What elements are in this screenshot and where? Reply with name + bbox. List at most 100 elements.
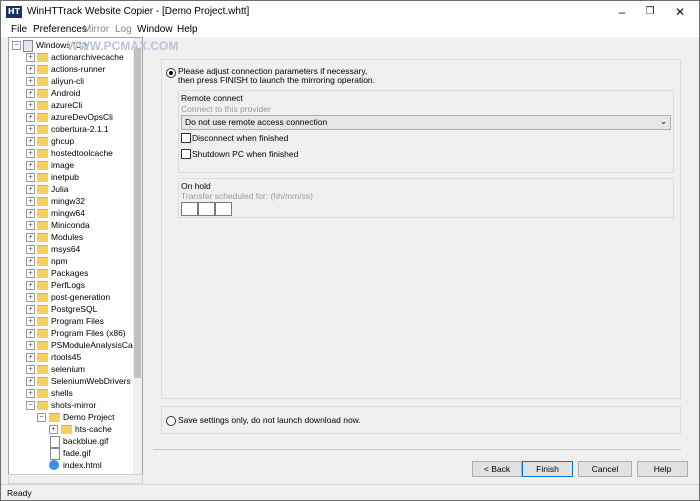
tree-item[interactable]: + inetpub <box>9 171 133 183</box>
tree-file-index[interactable]: index.html <box>9 459 133 471</box>
tree-file-backblue[interactable]: backblue.gif <box>9 435 133 448</box>
disconnect-checkbox[interactable] <box>181 133 191 143</box>
launch-radio[interactable] <box>166 68 176 78</box>
expand-icon[interactable]: + <box>26 317 35 326</box>
tree-item[interactable]: + PostgreSQL <box>9 303 133 315</box>
expand-icon[interactable]: + <box>26 53 35 62</box>
tree-item[interactable]: + image <box>9 159 133 171</box>
menu-help[interactable]: Help <box>177 24 198 35</box>
save-only-label: Save settings only, do not launch downlo… <box>178 415 361 425</box>
finish-button[interactable]: Finish <box>522 461 573 477</box>
tree-item-hts-cache[interactable]: + hts-cache <box>9 423 133 435</box>
hours-input[interactable] <box>181 202 198 216</box>
tree-item[interactable]: + PerfLogs <box>9 279 133 291</box>
expand-icon[interactable]: + <box>26 377 35 386</box>
folder-icon <box>37 173 48 182</box>
expand-icon[interactable]: + <box>26 101 35 110</box>
back-button[interactable]: < Back <box>472 461 522 477</box>
tree-item[interactable]: + mingw64 <box>9 207 133 219</box>
expand-icon[interactable]: + <box>26 293 35 302</box>
tree-vertical-scrollbar[interactable] <box>133 38 142 474</box>
cancel-button[interactable]: Cancel <box>578 461 632 477</box>
collapse-icon[interactable]: − <box>12 41 21 50</box>
expand-icon[interactable]: + <box>26 113 35 122</box>
menu-window[interactable]: Window <box>137 24 173 35</box>
folder-icon <box>37 245 48 254</box>
expand-icon[interactable]: + <box>26 257 35 266</box>
tree-item[interactable]: + azureDevOpsCli <box>9 111 133 123</box>
shutdown-checkbox[interactable] <box>181 149 191 159</box>
expand-icon[interactable]: + <box>26 65 35 74</box>
tree-item[interactable]: + msys64 <box>9 243 133 255</box>
close-icon[interactable]: ✕ <box>663 1 697 23</box>
save-only-radio[interactable] <box>166 416 176 426</box>
tree-item[interactable]: + mingw32 <box>9 195 133 207</box>
tree-item[interactable]: + Modules <box>9 231 133 243</box>
tree-item-label: Miniconda <box>51 220 90 230</box>
expand-icon[interactable]: + <box>26 77 35 86</box>
folder-tree[interactable]: − Windows (C:) + actionarchivecache + actio… <box>8 37 143 475</box>
expand-icon[interactable]: + <box>26 269 35 278</box>
expand-icon[interactable]: + <box>26 137 35 146</box>
expand-icon[interactable]: + <box>26 197 35 206</box>
tree-item[interactable]: + cobertura-2.1.1 <box>9 123 133 135</box>
tree-item[interactable]: + azureCli <box>9 99 133 111</box>
scroll-thumb[interactable] <box>134 48 141 378</box>
menu-log[interactable]: Log <box>115 24 132 35</box>
expand-icon[interactable]: + <box>26 173 35 182</box>
help-button[interactable]: Help <box>637 461 688 477</box>
tree-item[interactable]: + npm <box>9 255 133 267</box>
menu-mirror[interactable]: Mirror <box>83 24 109 35</box>
expand-icon[interactable]: + <box>26 89 35 98</box>
restore-icon[interactable]: ❐ <box>633 1 667 23</box>
chevron-down-icon[interactable]: ⌄ <box>660 116 667 127</box>
minutes-input[interactable] <box>198 202 215 216</box>
expand-icon[interactable]: + <box>26 353 35 362</box>
expand-icon[interactable]: + <box>26 233 35 242</box>
expand-icon[interactable]: + <box>26 341 35 350</box>
expand-icon[interactable]: + <box>49 425 58 434</box>
menu-file[interactable]: File <box>11 24 27 35</box>
tree-item[interactable]: + Packages <box>9 267 133 279</box>
tree-file-fade[interactable]: fade.gif <box>9 447 133 460</box>
collapse-icon[interactable]: − <box>26 401 35 410</box>
tree-item[interactable]: + SeleniumWebDrivers <box>9 375 133 387</box>
tree-item[interactable]: + hostedtoolcache <box>9 147 133 159</box>
tree-item[interactable]: + shells <box>9 387 133 399</box>
expand-icon[interactable]: + <box>26 221 35 230</box>
tree-horizontal-scrollbar[interactable] <box>8 474 143 484</box>
expand-icon[interactable]: + <box>26 305 35 314</box>
tree-item[interactable]: + Program Files <box>9 315 133 327</box>
tree-item[interactable]: + post-generation <box>9 291 133 303</box>
expand-icon[interactable]: + <box>26 329 35 338</box>
expand-icon[interactable]: + <box>26 365 35 374</box>
collapse-icon[interactable]: − <box>37 413 46 422</box>
expand-icon[interactable]: + <box>26 209 35 218</box>
expand-icon[interactable]: + <box>26 125 35 134</box>
expand-icon[interactable]: + <box>26 161 35 170</box>
app-window: HT WinHTTrack Website Copier - [Demo Pro… <box>0 0 700 501</box>
tree-item[interactable]: + rtools45 <box>9 351 133 363</box>
expand-icon[interactable]: + <box>26 149 35 158</box>
expand-icon[interactable]: + <box>26 389 35 398</box>
tree-item[interactable]: + Julia <box>9 183 133 195</box>
tree-item[interactable]: + PSModuleAnalysisCach <box>9 339 142 351</box>
tree-item-demo-project[interactable]: − Demo Project <box>9 411 133 423</box>
tree-item[interactable]: + Android <box>9 87 133 99</box>
expand-icon[interactable]: + <box>26 281 35 290</box>
menu-preferences[interactable]: Preferences <box>33 24 87 35</box>
tree-item[interactable]: + actions-runner <box>9 63 133 75</box>
tree-item[interactable]: + Miniconda <box>9 219 133 231</box>
tree-item[interactable]: + Program Files (x86) <box>9 327 133 339</box>
seconds-input[interactable] <box>215 202 232 216</box>
tree-item[interactable]: − shots-mirror <box>9 399 133 411</box>
title-bar[interactable]: HT WinHTTrack Website Copier - [Demo Pro… <box>1 1 699 23</box>
tree-item-label: actions-runner <box>51 64 106 74</box>
expand-icon[interactable]: + <box>26 245 35 254</box>
remote-connect-title: Remote connect <box>181 93 243 103</box>
tree-item[interactable]: + ghcup <box>9 135 133 147</box>
tree-item[interactable]: + selenium <box>9 363 133 375</box>
expand-icon[interactable]: + <box>26 185 35 194</box>
provider-select[interactable]: Do not use remote access connection ⌄ <box>181 115 671 130</box>
tree-item[interactable]: + aliyun-cli <box>9 75 133 87</box>
